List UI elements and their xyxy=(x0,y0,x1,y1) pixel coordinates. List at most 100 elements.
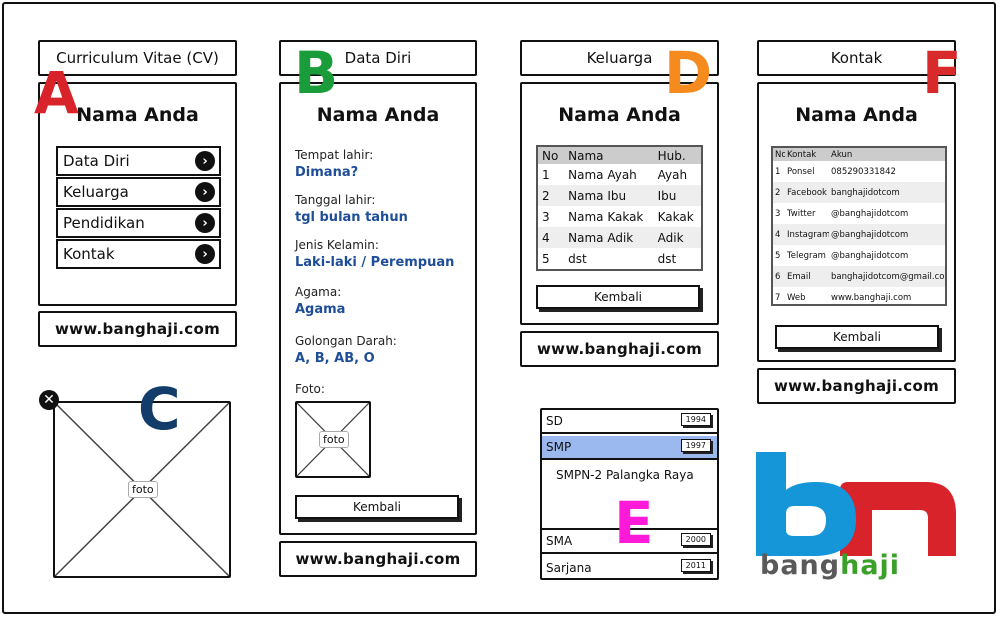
table-cell: Telegram xyxy=(787,250,826,261)
table-cell: 1 xyxy=(542,167,550,182)
menu-button-keluarga[interactable]: Keluarga › xyxy=(56,177,221,207)
table-cell: dst xyxy=(657,251,677,266)
table-cell: Nama Kakak xyxy=(568,209,644,224)
field-label: Agama: xyxy=(295,285,342,299)
education-label: SMP xyxy=(546,440,572,454)
table-cell: Email xyxy=(787,271,811,282)
logo-text-haji: haji xyxy=(840,550,901,581)
menu-button-pendidikan[interactable]: Pendidikan › xyxy=(56,208,221,238)
letter-a: A xyxy=(34,59,79,127)
field-label: Tempat lahir: xyxy=(295,148,374,162)
field-label: Tanggal lahir: xyxy=(295,193,376,207)
education-item-sarjana[interactable]: Sarjana 2011 xyxy=(542,556,717,578)
chevron-right-icon: › xyxy=(195,151,215,171)
field-value: Dimana? xyxy=(295,165,359,180)
field-value: A, B, AB, O xyxy=(295,351,375,366)
website-url[interactable]: www.banghaji.com xyxy=(774,377,939,395)
menu-button-data-diri[interactable]: Data Diri › xyxy=(56,146,221,176)
website-url[interactable]: www.banghaji.com xyxy=(55,320,220,338)
banghaji-logo: banghaji xyxy=(756,452,960,584)
table-cell: 7 xyxy=(775,292,781,303)
table-row: 2 Facebook banghajidotcom xyxy=(773,182,945,203)
panel-f-screen: Nama Anda No Kontak Akun 1 Ponsel 08529033… xyxy=(757,82,956,362)
education-label: Sarjana xyxy=(546,561,592,575)
column-header: Hub. xyxy=(657,148,686,163)
table-row: 4 Nama Adik Adik xyxy=(538,227,701,248)
table-cell: @banghajidotcom xyxy=(831,229,909,240)
education-label: SD xyxy=(546,414,563,428)
field-label: Golongan Darah: xyxy=(295,334,397,348)
photo-label: Foto: xyxy=(295,382,325,396)
panel-d-screen: Nama Anda No Nama Hub. 1 Nama Ayah Ayah 2N… xyxy=(520,82,719,325)
table-cell: 085290331842 xyxy=(831,166,896,177)
letter-b: B xyxy=(294,39,339,107)
letter-f: F xyxy=(922,39,962,107)
logo-text-bang: bang xyxy=(760,550,841,581)
table-cell: Ayah xyxy=(657,167,688,182)
table-row: 3 Nama Kakak Kakak xyxy=(538,206,701,227)
table-row: 5 dst dst xyxy=(538,248,701,269)
website-url[interactable]: www.banghaji.com xyxy=(296,550,461,568)
education-item-sd[interactable]: SD 1994 xyxy=(542,410,717,434)
table-cell: Nama Ayah xyxy=(568,167,637,182)
back-button[interactable]: Kembali xyxy=(536,285,700,309)
menu-label: Keluarga xyxy=(63,183,129,201)
panel-f-footer: www.banghaji.com xyxy=(757,368,956,404)
panel-f-title: Kontak xyxy=(830,49,883,67)
menu-button-kontak[interactable]: Kontak › xyxy=(56,239,221,269)
back-button[interactable]: Kembali xyxy=(775,325,939,349)
field-value: Agama xyxy=(295,302,346,317)
table-row: 4 Instagram @banghajidotcom xyxy=(773,224,945,245)
table-cell: 5 xyxy=(542,251,550,266)
table-row: 6 Email banghajidotcom@gmail.com xyxy=(773,266,945,287)
field-value: Laki-laki / Perempuan xyxy=(295,255,455,270)
letter-c: C xyxy=(138,375,181,443)
panel-b-title: Data Diri xyxy=(344,49,412,67)
photo-placeholder-small: foto xyxy=(295,401,371,478)
table-cell: 3 xyxy=(775,208,781,219)
field-value: tgl bulan tahun xyxy=(295,210,408,225)
panel-d-footer: www.banghaji.com xyxy=(520,331,719,367)
year-badge: 1994 xyxy=(680,413,711,426)
table-cell: Nama Ibu xyxy=(568,188,627,203)
column-header: Akun xyxy=(831,149,853,160)
table-row: 1 Ponsel 085290331842 xyxy=(773,161,945,182)
year-badge: 2000 xyxy=(680,533,711,546)
column-header: No xyxy=(542,148,559,163)
panel-d-title: Keluarga xyxy=(586,49,653,67)
column-header: No xyxy=(775,149,785,160)
chevron-right-icon: › xyxy=(195,244,215,264)
table-cell: Facebook xyxy=(787,187,827,198)
table-cell: banghajidotcom@gmail.com xyxy=(831,271,945,282)
education-label: SMA xyxy=(546,534,573,548)
year-badge: 2011 xyxy=(680,559,711,572)
table-cell: www.banghaji.com xyxy=(831,292,912,303)
logo-mark xyxy=(756,452,956,556)
table-cell: banghajidotcom xyxy=(831,187,900,198)
family-table: No Nama Hub. 1 Nama Ayah Ayah 2 Nama Ibu Ibu… xyxy=(536,145,703,271)
close-icon[interactable]: ✕ xyxy=(39,390,59,410)
table-row: 5 Telegram @banghajidotcom xyxy=(773,245,945,266)
table-cell: Ibu xyxy=(657,188,677,203)
column-header: Kontak xyxy=(787,149,817,160)
table-cell: 1 xyxy=(775,166,781,177)
panel-a-title: Curriculum Vitae (CV) xyxy=(56,49,219,67)
chevron-right-icon: › xyxy=(195,182,215,202)
education-detail-text: SMPN-2 Palangka Raya xyxy=(556,468,694,482)
table-cell: 3 xyxy=(542,209,550,224)
panel-b-screen: Nama Anda Tempat lahir: Dimana? Tanggal … xyxy=(279,82,477,535)
panel-b-footer: www.banghaji.com xyxy=(279,541,477,577)
table-cell: 4 xyxy=(775,229,781,240)
table-cell: 5 xyxy=(775,250,781,261)
menu-label: Data Diri xyxy=(63,152,130,170)
table-row: 3 Twitter @banghajidotcom xyxy=(773,203,945,224)
table-row: 7 Web www.banghaji.com xyxy=(773,287,945,308)
table-cell: Nama Adik xyxy=(568,230,634,245)
website-url[interactable]: www.banghaji.com xyxy=(537,340,702,358)
back-button[interactable]: Kembali xyxy=(295,495,459,519)
table-cell: dst xyxy=(568,251,587,266)
table-cell: @banghajidotcom xyxy=(831,208,909,219)
field-label: Jenis Kelamin: xyxy=(295,238,379,252)
table-cell: 2 xyxy=(542,188,550,203)
education-item-smp[interactable]: SMP 1997 xyxy=(542,436,717,460)
